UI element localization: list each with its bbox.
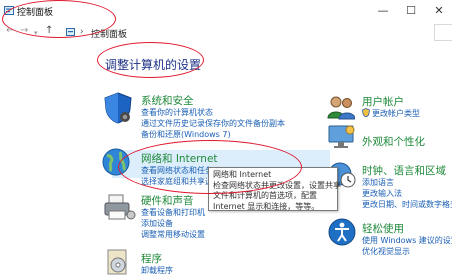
annotation-ellipse-heading (97, 42, 204, 78)
link-uninstall-program[interactable]: 卸载程序 (141, 265, 173, 276)
category-appearance[interactable]: 外观和个性化 (362, 134, 425, 149)
programs-disc-icon[interactable] (105, 248, 131, 276)
minimize-button[interactable]: — (370, 2, 396, 20)
printer-icon[interactable] (103, 193, 137, 223)
ease-of-access-icon[interactable] (328, 218, 356, 246)
link-backup-restore[interactable]: 备份和还原(Windows 7) (141, 129, 231, 140)
appearance-monitor-icon[interactable] (328, 124, 356, 150)
link-windows-recommended[interactable]: 使用 Windows 建议的设置 (362, 235, 452, 246)
link-optimize-visual-display[interactable]: 优化视觉显示 (362, 246, 410, 257)
link-file-history-backup[interactable]: 通过文件历史记录保存你的文件备份副本 (141, 118, 285, 129)
link-view-computer-status[interactable]: 查看你的计算机状态 (141, 107, 213, 118)
annotation-ellipse-title (2, 0, 116, 38)
link-devices-printers[interactable]: 查看设备和打印机 (141, 207, 205, 218)
link-change-date-format[interactable]: 更改日期、时间或数字格式 (362, 199, 452, 210)
tooltip-line: Internet 显示和连接，等等。 (213, 201, 320, 211)
link-mobility-settings[interactable]: 调整常用移动设置 (141, 229, 205, 240)
link-change-input-method[interactable]: 更改输入法 (362, 188, 402, 199)
maximize-button[interactable]: ☐ (398, 2, 424, 20)
user-accounts-icon[interactable] (327, 94, 355, 122)
category-ease-of-access[interactable]: 轻松使用 (362, 221, 404, 236)
annotation-ellipse-network (118, 140, 302, 194)
link-add-language[interactable]: 添加语言 (362, 177, 394, 188)
uac-shield-icon (362, 108, 370, 117)
category-hardware-sound[interactable]: 硬件和声音 (141, 193, 194, 208)
link-add-device[interactable]: 添加设备 (141, 218, 173, 229)
category-system-security[interactable]: 系统和安全 (141, 93, 194, 108)
category-clock-language-region[interactable]: 时钟、语言和区域 (362, 163, 446, 178)
category-user-accounts[interactable]: 用户帐户 (362, 94, 404, 109)
category-programs[interactable]: 程序 (141, 251, 162, 266)
link-change-account-type[interactable]: 更改帐户类型 (372, 108, 420, 119)
shield-icon[interactable] (103, 92, 133, 124)
address-dropdown-box[interactable] (434, 24, 452, 41)
close-button[interactable]: ✕ (426, 2, 452, 20)
